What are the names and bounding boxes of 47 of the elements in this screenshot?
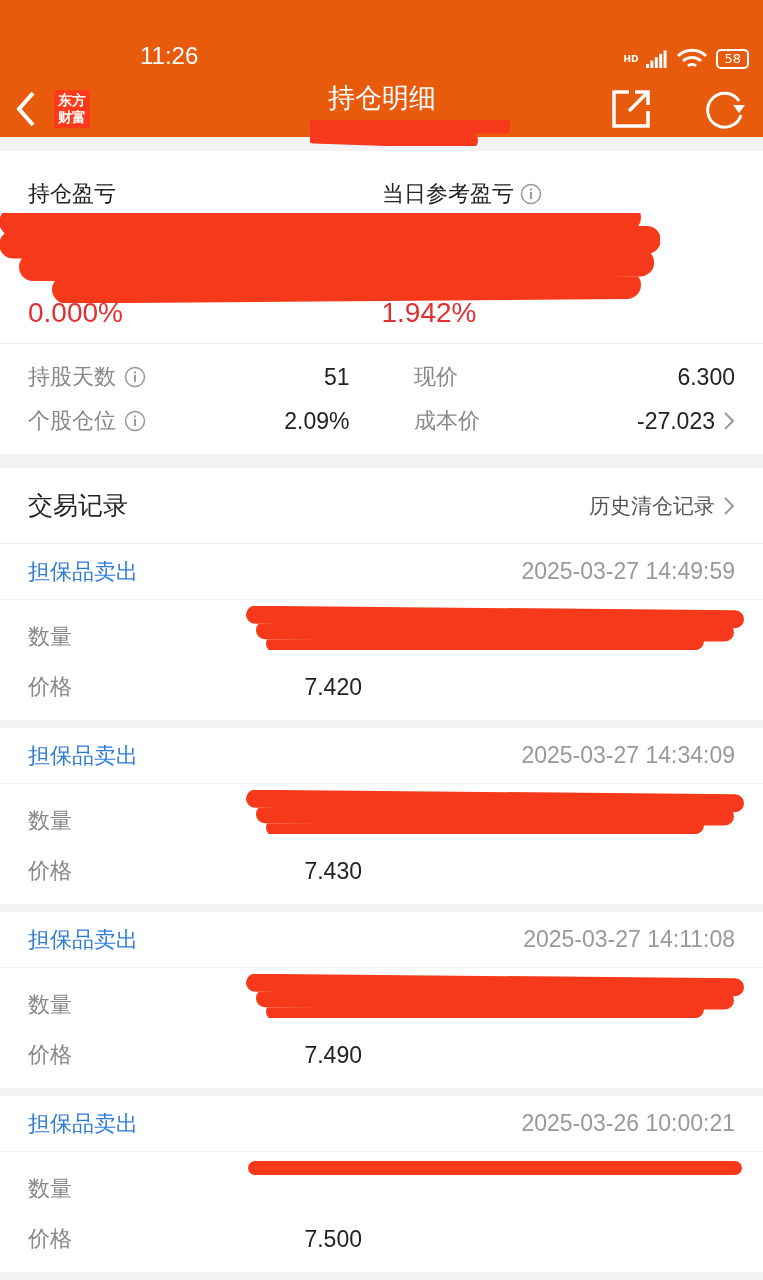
network-label: HD (623, 54, 639, 64)
profit-percent: 0.000% (28, 297, 124, 329)
history-link[interactable]: 历史清仓记录 (589, 491, 735, 520)
price-label: 价格 (28, 857, 73, 885)
trade-time: 2025-03-27 14:11:08 (523, 926, 735, 953)
stat-label: 现价 (413, 363, 458, 391)
quantity-label: 数量 (28, 807, 73, 835)
price-label: 价格 (28, 673, 73, 701)
price-value: 7.420 (303, 673, 362, 701)
status-time: 11:26 (140, 42, 199, 70)
info-icon[interactable] (124, 410, 146, 432)
battery-indicator: 58 (716, 49, 749, 69)
trade-time: 2025-03-27 14:34:09 (521, 742, 735, 769)
stat-label: 持股天数 (28, 363, 116, 391)
price-label: 价格 (28, 1225, 73, 1253)
quantity-label: 数量 (28, 623, 73, 651)
share-icon[interactable] (611, 88, 651, 129)
quantity-label: 数量 (28, 991, 73, 1019)
app-logo: 东方 财富 (54, 89, 90, 128)
trade-type: 担保品卖出 (28, 741, 138, 770)
section-title: 交易记录 (28, 490, 128, 522)
summary-label: 当日参考盈亏 (381, 180, 514, 208)
back-icon[interactable] (16, 90, 36, 127)
info-icon[interactable] (124, 366, 146, 388)
price-value: 7.490 (303, 1041, 362, 1069)
trade-type: 担保品卖出 (28, 925, 138, 954)
stat-value: 51 (323, 363, 350, 391)
trade-type: 担保品卖出 (28, 557, 138, 586)
price-label: 价格 (28, 1041, 73, 1069)
wifi-icon (676, 48, 709, 70)
quantity-label: 数量 (28, 1175, 73, 1203)
trade-time: 2025-03-27 14:49:59 (521, 558, 735, 585)
price-value: 7.500 (303, 1225, 362, 1253)
trade-type: 担保品卖出 (28, 1109, 138, 1138)
price-value: 7.430 (303, 857, 362, 885)
chevron-right-icon (723, 495, 735, 516)
page-title: 持仓明细 (327, 81, 436, 115)
trade-time: 2025-03-26 10:00:21 (521, 1110, 735, 1137)
stat-label: 成本价 (413, 407, 480, 435)
stat-value: 6.300 (677, 363, 735, 391)
info-icon[interactable] (519, 183, 542, 205)
stat-value: -27.023 (637, 407, 715, 435)
stat-label: 个股仓位 (28, 407, 116, 435)
stat-value: 2.09% (284, 407, 350, 435)
signal-icon (646, 50, 669, 68)
summary-label: 持仓盈亏 (28, 180, 116, 208)
profit-percent: 1.942% (381, 297, 478, 329)
